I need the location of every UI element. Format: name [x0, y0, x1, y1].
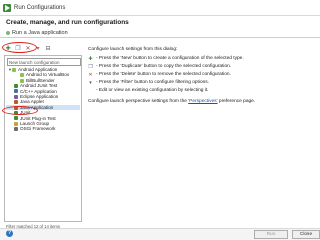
filter-input[interactable] [7, 58, 81, 66]
duplicate-icon[interactable]: ❐ [14, 45, 22, 53]
instruction-item: ▾ - Press the 'Filter' button to configu… [88, 79, 316, 87]
android-icon [20, 73, 24, 78]
android-icon [12, 67, 16, 72]
instruction-item: - Edit or view an existing configuration… [88, 87, 316, 95]
applet-icon [14, 100, 18, 105]
intro-text: Configure launch settings from this dial… [88, 47, 178, 52]
collapse-all-icon[interactable]: ⊟ [44, 45, 52, 53]
cpp-icon [14, 89, 18, 94]
new-icon: ✚ [88, 55, 93, 62]
run-button[interactable]: Run [254, 230, 288, 239]
filter-icon: ▾ [89, 79, 92, 86]
run-configurations-icon [3, 3, 11, 12]
osgi-icon [14, 127, 18, 132]
tree-item-osgi-framework[interactable]: OSGi Framework [6, 126, 80, 131]
tree-item-label: OSGi Framework [20, 126, 56, 132]
delete-icon: ✕ [88, 71, 93, 78]
instruction-list: ✚ - Press the 'New' button to create a c… [88, 55, 316, 95]
new-launch-configuration-icon[interactable]: ✚ [4, 45, 12, 53]
header-subtitle: Run a Java application [6, 29, 314, 37]
pref-suffix: preference page. [217, 99, 256, 104]
configuration-tree-panel: ▼ Android Application Android to Virtual… [4, 55, 82, 222]
perspectives-link[interactable]: 'Perspectives' [188, 99, 217, 104]
launch-group-icon [14, 121, 18, 126]
filter-icon[interactable]: ▾ [34, 45, 42, 53]
launch-toolbar: ✚ ❐ ✕ ▾ ⊟ [4, 43, 78, 54]
help-panel: Configure launch settings from this dial… [84, 45, 320, 225]
android-icon [20, 78, 24, 83]
delete-icon[interactable]: ✕ [24, 45, 32, 53]
junit-icon [14, 116, 18, 121]
java-app-icon [14, 105, 18, 110]
window-title: Run Configurations [14, 4, 66, 11]
pref-prefix: Configure launch perspective settings fr… [88, 99, 189, 104]
junit-icon [14, 83, 18, 88]
perspective-settings-text: Configure launch perspective settings fr… [88, 99, 316, 105]
dialog-header: Create, manage, and run configurations R… [0, 16, 320, 38]
instruction-item: ✕ - Press the 'Delete' button to remove … [88, 71, 316, 79]
instruction-text: - Edit or view an existing configuration… [96, 88, 209, 93]
edit-icon [88, 89, 93, 94]
instruction-text: - Press the 'Filter' button to configure… [96, 80, 210, 85]
eclipse-app-icon [14, 94, 18, 99]
junit-icon [14, 110, 18, 115]
close-button[interactable]: Close [292, 230, 320, 239]
title-bar: Run Configurations [0, 0, 320, 16]
configuration-tree: ▼ Android Application Android to Virtual… [6, 67, 80, 132]
instruction-text: - Press the 'Delete' button to remove th… [96, 72, 231, 77]
header-title: Create, manage, and run configurations [6, 19, 129, 26]
instruction-item: ❐ - Press the 'Duplicate' button to copy… [88, 63, 316, 71]
instruction-item: ✚ - Press the 'New' button to create a c… [88, 55, 316, 63]
instruction-text: - Press the 'New' button to create a con… [96, 56, 244, 61]
duplicate-icon: ❐ [88, 63, 93, 70]
help-icon[interactable]: ? [6, 230, 13, 237]
dialog-footer: ? Run Close [0, 228, 320, 240]
instruction-text: - Press the 'Duplicate' button to copy t… [96, 64, 232, 69]
